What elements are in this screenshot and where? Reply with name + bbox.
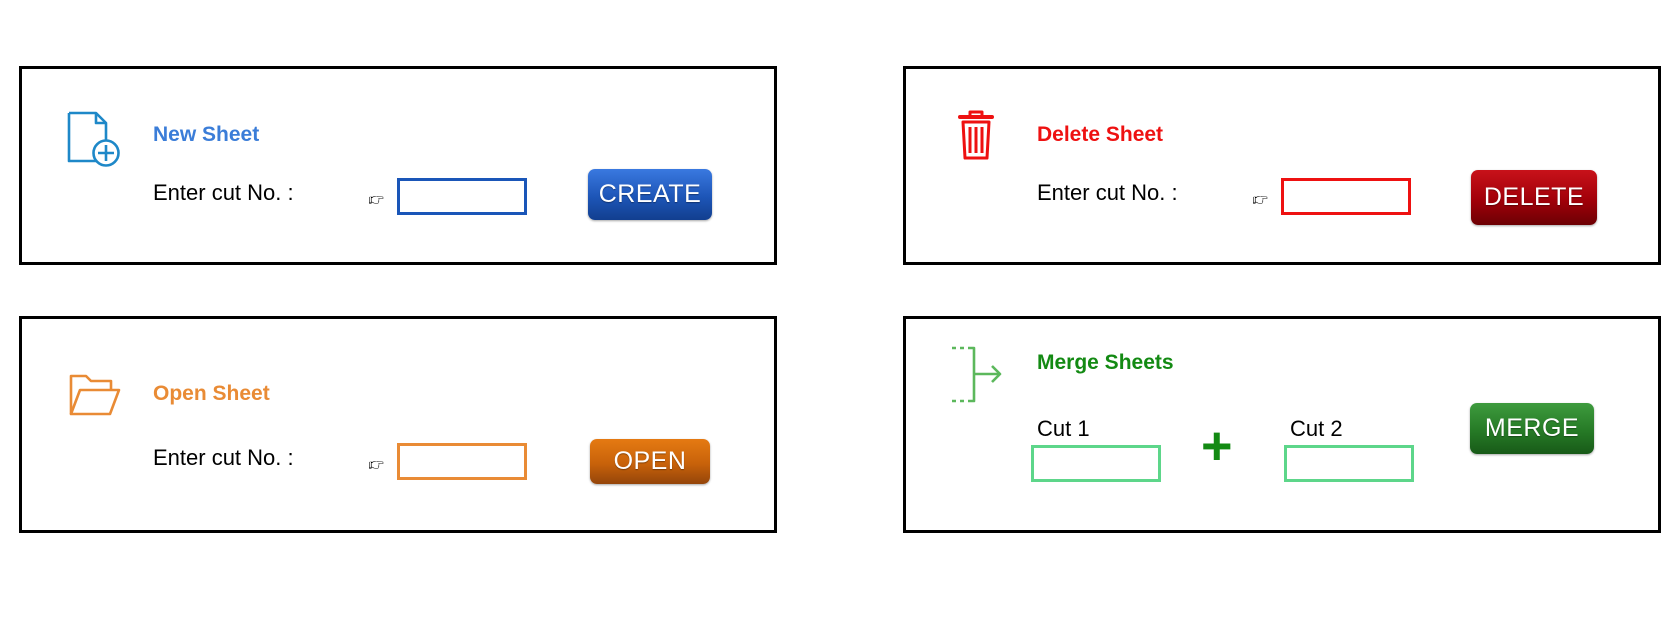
open-sheet-panel: Open Sheet Enter cut No. : 👉︎ OPEN <box>19 316 777 533</box>
cut1-label: Cut 1 <box>1037 416 1090 441</box>
plus-icon: + <box>1201 416 1233 476</box>
merge-button[interactable]: MERGE <box>1470 403 1594 454</box>
delete-sheet-cut-input[interactable] <box>1281 178 1411 215</box>
create-button[interactable]: CREATE <box>588 169 712 220</box>
cut2-label: Cut 2 <box>1290 416 1343 441</box>
cut-number-label: Enter cut No. : <box>153 180 294 205</box>
trash-icon <box>958 110 994 162</box>
open-button[interactable]: OPEN <box>590 439 710 484</box>
open-folder-icon <box>66 372 122 418</box>
delete-sheet-title: Delete Sheet <box>1037 123 1164 146</box>
pointing-hand-icon: 👉︎ <box>1252 185 1269 210</box>
delete-button[interactable]: DELETE <box>1471 170 1597 225</box>
cut2-input[interactable] <box>1284 445 1414 482</box>
delete-sheet-panel: Delete Sheet Enter cut No. : 👉︎ DELETE <box>903 66 1661 265</box>
new-sheet-title: New Sheet <box>153 123 260 146</box>
new-sheet-cut-input[interactable] <box>397 178 527 215</box>
merge-sheets-panel: Merge Sheets Cut 1 + Cut 2 MERGE <box>903 316 1661 533</box>
open-sheet-cut-input[interactable] <box>397 443 527 480</box>
open-sheet-title: Open Sheet <box>153 382 270 405</box>
new-file-icon <box>66 110 122 168</box>
cut1-input[interactable] <box>1031 445 1161 482</box>
pointing-hand-icon: 👉︎ <box>368 450 385 475</box>
cut-number-label: Enter cut No. : <box>1037 180 1178 205</box>
merge-sheets-title: Merge Sheets <box>1037 351 1174 374</box>
merge-icon <box>950 345 1006 407</box>
cut-number-label: Enter cut No. : <box>153 445 294 470</box>
pointing-hand-icon: 👉︎ <box>368 185 385 210</box>
new-sheet-panel: New Sheet Enter cut No. : 👉︎ CREATE <box>19 66 777 265</box>
